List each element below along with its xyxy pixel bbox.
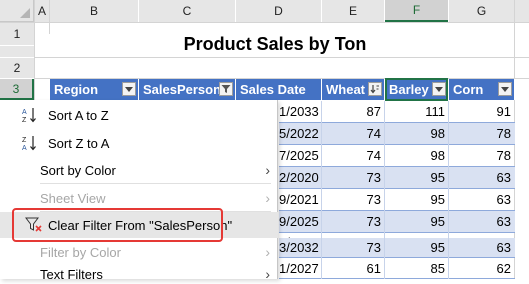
header-label-region: Region (54, 82, 99, 97)
sheet-title: Product Sales by Ton (183, 34, 367, 54)
cell-corn[interactable]: 63 (449, 238, 515, 258)
cell-date[interactable]: 2/2020 (279, 167, 322, 189)
cell-date[interactable]: 7/2025 (279, 145, 322, 167)
cell-wheat[interactable]: 74 (322, 123, 385, 145)
header-label-sales-date: Sales Date (240, 82, 306, 97)
menu-sort-by-color[interactable]: Sort by Color › (0, 157, 278, 183)
column-header-b[interactable]: B (50, 0, 138, 22)
cell-wheat[interactable]: 61 (322, 259, 385, 279)
active-cell-selection (385, 78, 448, 101)
column-header-c[interactable]: C (139, 0, 235, 22)
menu-text-filters[interactable]: Text Filters › (0, 264, 278, 284)
cell-barley[interactable]: 95 (385, 189, 449, 211)
cell-corn[interactable]: 91 (449, 101, 515, 123)
cell-wheat[interactable]: 74 (322, 145, 385, 167)
column-header-h[interactable] (515, 0, 529, 22)
header-label-salesperson: SalesPerson (143, 82, 222, 97)
table-header-corn: Corn (449, 79, 515, 100)
cell-date[interactable]: 1/2027 (279, 259, 322, 279)
menu-sort-z-to-a[interactable]: ZA Sort Z to A (0, 130, 278, 156)
cell-wheat[interactable]: 73 (322, 167, 385, 189)
cell-date[interactable]: 5/2022 (279, 123, 322, 145)
grid-line (49, 0, 50, 34)
cell-barley[interactable]: 98 (385, 145, 449, 167)
column-header-f[interactable]: F (385, 0, 448, 22)
filter-funnel-icon (221, 85, 231, 93)
row-header-2b[interactable]: 2 (0, 58, 34, 78)
table-header-region: Region (50, 79, 139, 100)
column-header-d[interactable]: D (236, 0, 321, 22)
chevron-down-icon (501, 86, 509, 92)
grid-line (321, 101, 322, 279)
svg-text:Z: Z (22, 117, 27, 124)
select-all-triangle-icon (20, 8, 30, 18)
svg-text:A: A (22, 145, 27, 152)
header-label-wheat: Wheat (326, 82, 365, 97)
grid-line (384, 101, 385, 279)
svg-text:Z: Z (22, 137, 27, 144)
table-header-salesperson: SalesPerson (139, 79, 236, 100)
menu-label-sheet-view: Sheet View (40, 190, 106, 206)
menu-label-sort-by-color: Sort by Color (40, 162, 116, 178)
cell-corn[interactable]: 62 (449, 259, 515, 279)
cell-barley[interactable]: 95 (385, 211, 449, 233)
chevron-right-icon: › (265, 190, 270, 206)
grid-line (0, 22, 529, 23)
menu-label-sort-az: Sort A to Z (48, 107, 109, 123)
filter-context-menu: AZ Sort A to Z ZA Sort Z to A Sort by Co… (0, 100, 278, 282)
cell-corn[interactable]: 63 (449, 189, 515, 211)
cell-corn[interactable]: 78 (449, 145, 515, 167)
row-header-2[interactable] (0, 46, 34, 57)
row-header-3[interactable]: 3 (0, 79, 34, 100)
menu-filter-by-color: Filter by Color › (0, 240, 278, 264)
cell-barley[interactable]: 85 (385, 259, 449, 279)
menu-separator (40, 183, 271, 184)
chevron-right-icon: › (265, 162, 270, 178)
chevron-down-icon (125, 86, 133, 92)
highlight-box (12, 208, 223, 242)
menu-sort-a-to-z[interactable]: AZ Sort A to Z (0, 102, 278, 128)
header-label-corn: Corn (453, 82, 484, 97)
menu-label-filter-by-color: Filter by Color (40, 244, 121, 260)
cell-date[interactable]: 1/2033 (279, 101, 322, 123)
cell-barley[interactable]: 95 (385, 167, 449, 189)
column-header-e[interactable]: E (322, 0, 384, 22)
sort-z-to-a-icon: ZA (20, 133, 40, 153)
column-header-g[interactable]: G (449, 0, 514, 22)
cell-corn[interactable]: 63 (449, 211, 515, 233)
cell-corn[interactable]: 63 (449, 167, 515, 189)
cell-corn[interactable]: 78 (449, 123, 515, 145)
table-header-sales-date: Sales Date (236, 79, 322, 100)
cell-date[interactable]: 9/2021 (279, 189, 322, 211)
filter-active-salesperson[interactable] (219, 82, 233, 96)
chevron-right-icon: › (265, 244, 270, 260)
cell-wheat[interactable]: 73 (322, 211, 385, 233)
grid-line (448, 101, 449, 279)
svg-text:A: A (22, 109, 27, 116)
sort-descending-icon (370, 85, 379, 94)
filter-dropdown-region[interactable] (122, 82, 136, 96)
select-all-corner[interactable] (0, 0, 34, 22)
filter-dropdown-corn[interactable] (498, 82, 512, 96)
cell-barley[interactable]: 98 (385, 123, 449, 145)
cell-wheat[interactable]: 73 (322, 238, 385, 258)
sort-dropdown-wheat[interactable] (368, 82, 382, 96)
cell-wheat[interactable]: 87 (322, 101, 385, 123)
spreadsheet: A B C D E F G 1 2 2 3 Product Sales by T… (0, 0, 529, 282)
cell-barley[interactable]: 111 (385, 101, 449, 123)
sort-a-to-z-icon: AZ (20, 105, 40, 125)
cell-barley[interactable]: 95 (385, 238, 449, 258)
menu-label-sort-za: Sort Z to A (48, 135, 110, 151)
table-header-wheat: Wheat (322, 79, 385, 100)
row-header-1[interactable]: 1 (0, 23, 34, 45)
cell-date[interactable]: 9/2025 (279, 211, 322, 233)
cell-date[interactable]: 3/2032 (279, 238, 322, 258)
menu-label-text-filters: Text Filters (40, 266, 103, 282)
cell-wheat[interactable]: 73 (322, 189, 385, 211)
column-header-a[interactable]: A (35, 0, 49, 22)
chevron-right-icon: › (265, 266, 270, 282)
